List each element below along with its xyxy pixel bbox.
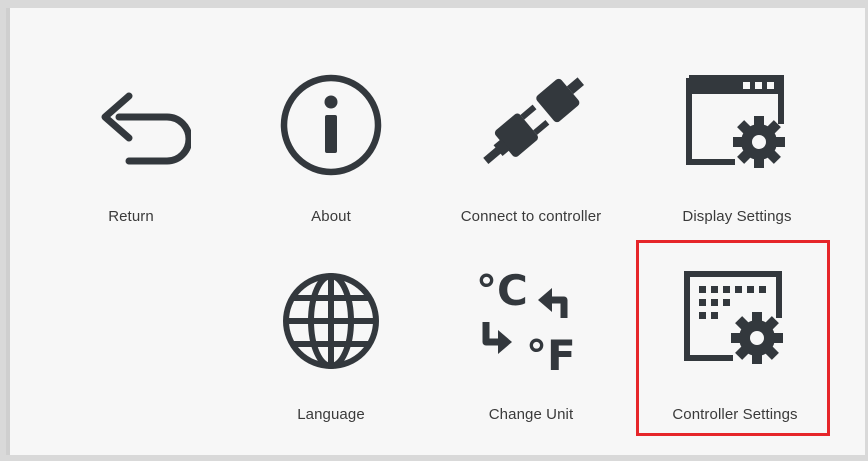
return-arrow-icon xyxy=(71,72,191,172)
fahrenheit-glyph: °F xyxy=(526,331,576,380)
info-icon xyxy=(276,70,386,180)
controller-settings-label: Controller Settings xyxy=(672,406,798,423)
celsius-glyph: °C xyxy=(476,266,528,315)
temperature-unit-icon: °C °F xyxy=(466,260,596,380)
return-tile[interactable]: Return xyxy=(36,22,226,225)
display-settings-tile[interactable]: Display Settings xyxy=(642,22,832,225)
change-unit-tile[interactable]: °C °F Change Unit xyxy=(436,220,626,423)
language-label: Language xyxy=(297,406,365,423)
controller-settings-tile[interactable]: Controller Settings xyxy=(640,220,830,423)
connect-tile[interactable]: Connect to controller xyxy=(436,22,626,225)
return-label: Return xyxy=(108,208,154,225)
display-settings-icon xyxy=(677,72,797,172)
globe-icon xyxy=(276,266,386,376)
about-tile[interactable]: About xyxy=(236,22,426,225)
plug-icon xyxy=(466,68,596,178)
change-unit-label: Change Unit xyxy=(488,406,574,423)
language-tile[interactable]: Language xyxy=(236,220,426,423)
controller-settings-icon xyxy=(675,268,795,368)
